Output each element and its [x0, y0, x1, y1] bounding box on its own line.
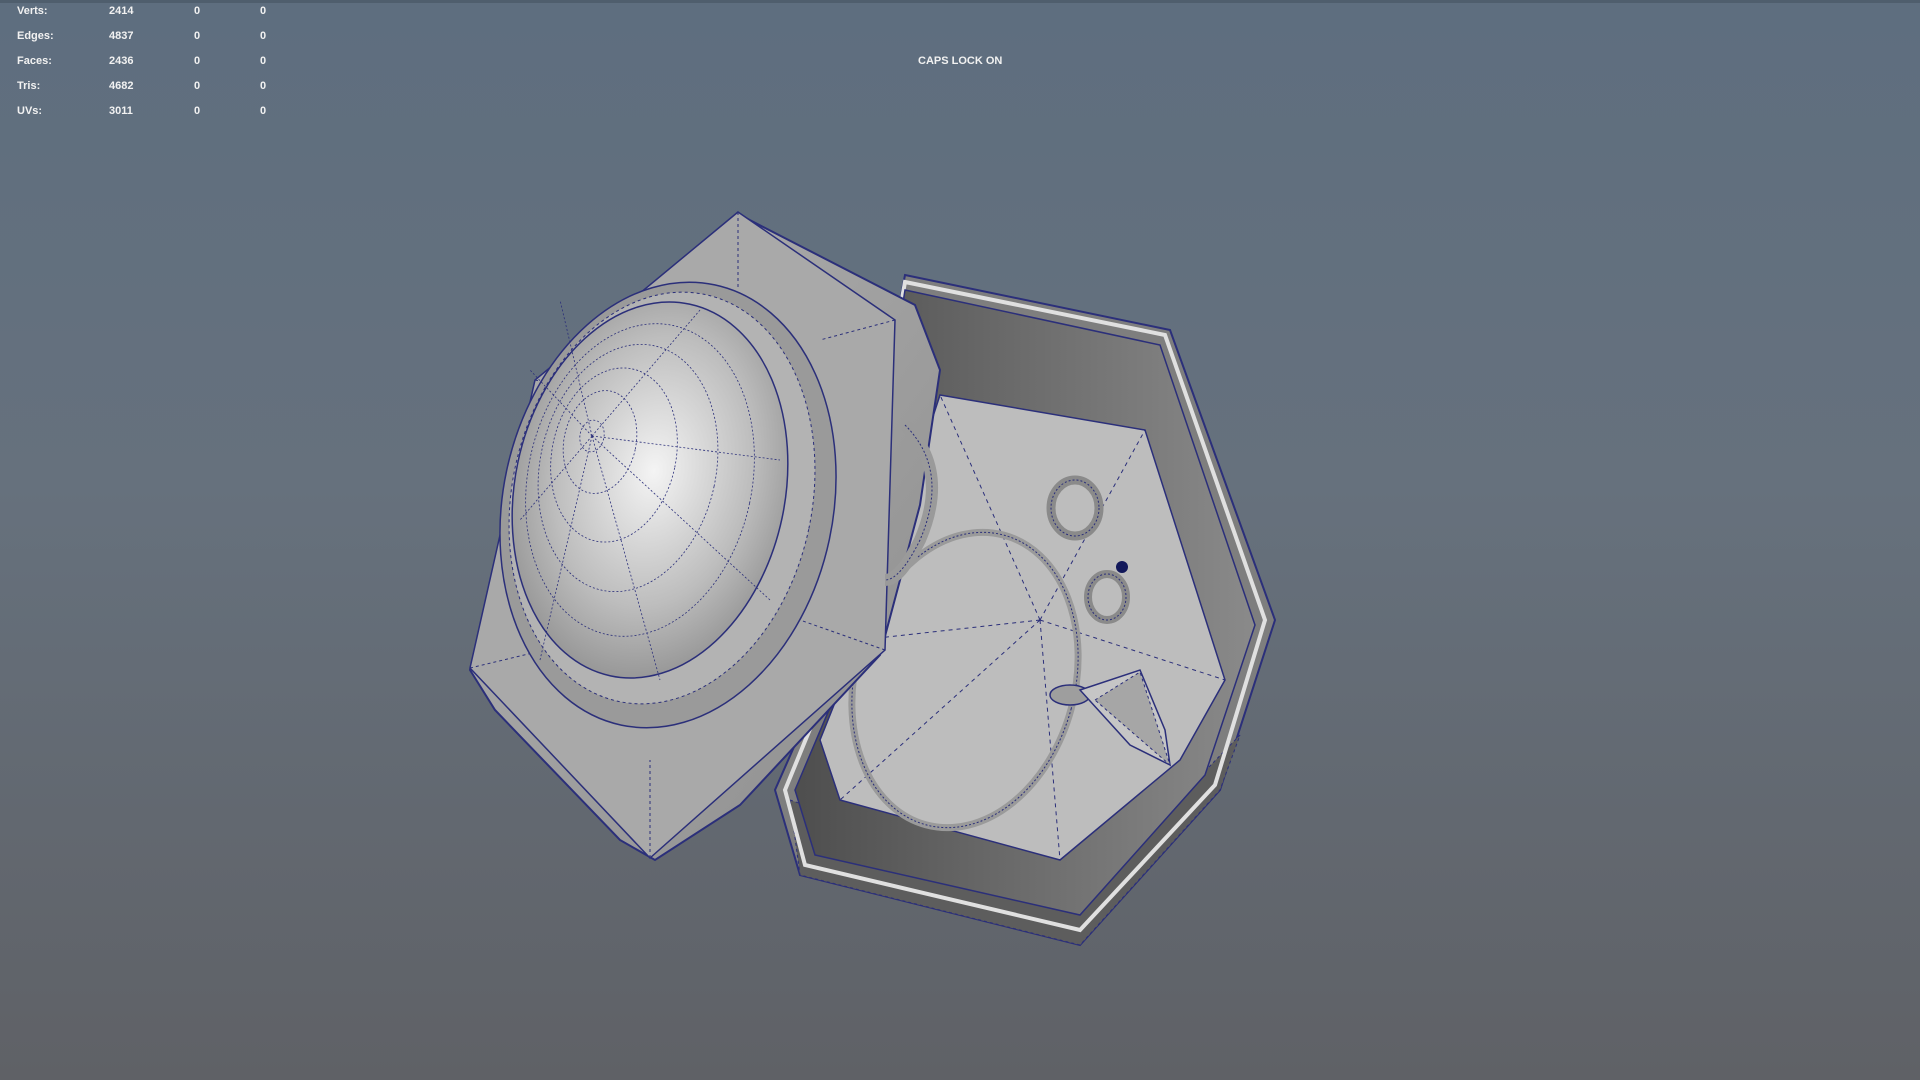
- hud-value: 0: [194, 105, 201, 117]
- model-scene[interactable]: [0, 0, 1920, 1080]
- hud-value: 0: [260, 5, 267, 17]
- hud-value: 3011: [109, 105, 133, 117]
- hud-value: 0: [260, 55, 267, 67]
- hud-value: 4682: [109, 80, 134, 92]
- hud-label: Tris:: [17, 80, 41, 92]
- hud-value: 0: [260, 80, 267, 92]
- hud-row-faces: Faces: 2436 0 0: [0, 55, 300, 69]
- hud-label: Edges:: [17, 30, 54, 42]
- hud-row-edges: Edges: 4837 0 0: [0, 30, 300, 44]
- hud-row-uvs: UVs: 3011 0 0: [0, 105, 300, 119]
- hud-label: Faces:: [17, 55, 52, 67]
- hud-value: 4837: [109, 30, 134, 42]
- hud-value: 0: [194, 80, 201, 92]
- hud-row-verts: Verts: 2414 0 0: [0, 5, 300, 19]
- hud-value: 2414: [109, 5, 134, 17]
- hud-value: 0: [194, 55, 201, 67]
- hud-label: Verts:: [17, 5, 48, 17]
- hud-value: 0: [194, 5, 201, 17]
- hud-value: 0: [260, 30, 267, 42]
- hud-value: 0: [194, 30, 201, 42]
- caps-lock-indicator: CAPS LOCK ON: [918, 55, 1003, 67]
- hud-value: 0: [260, 105, 267, 117]
- hud-value: 2436: [109, 55, 134, 67]
- hud-row-tris: Tris: 4682 0 0: [0, 80, 300, 94]
- hud-label: UVs:: [17, 105, 43, 117]
- 3d-viewport[interactable]: Verts: 2414 0 0 Edges: 4837 0 0 Faces: 2…: [0, 0, 1920, 1080]
